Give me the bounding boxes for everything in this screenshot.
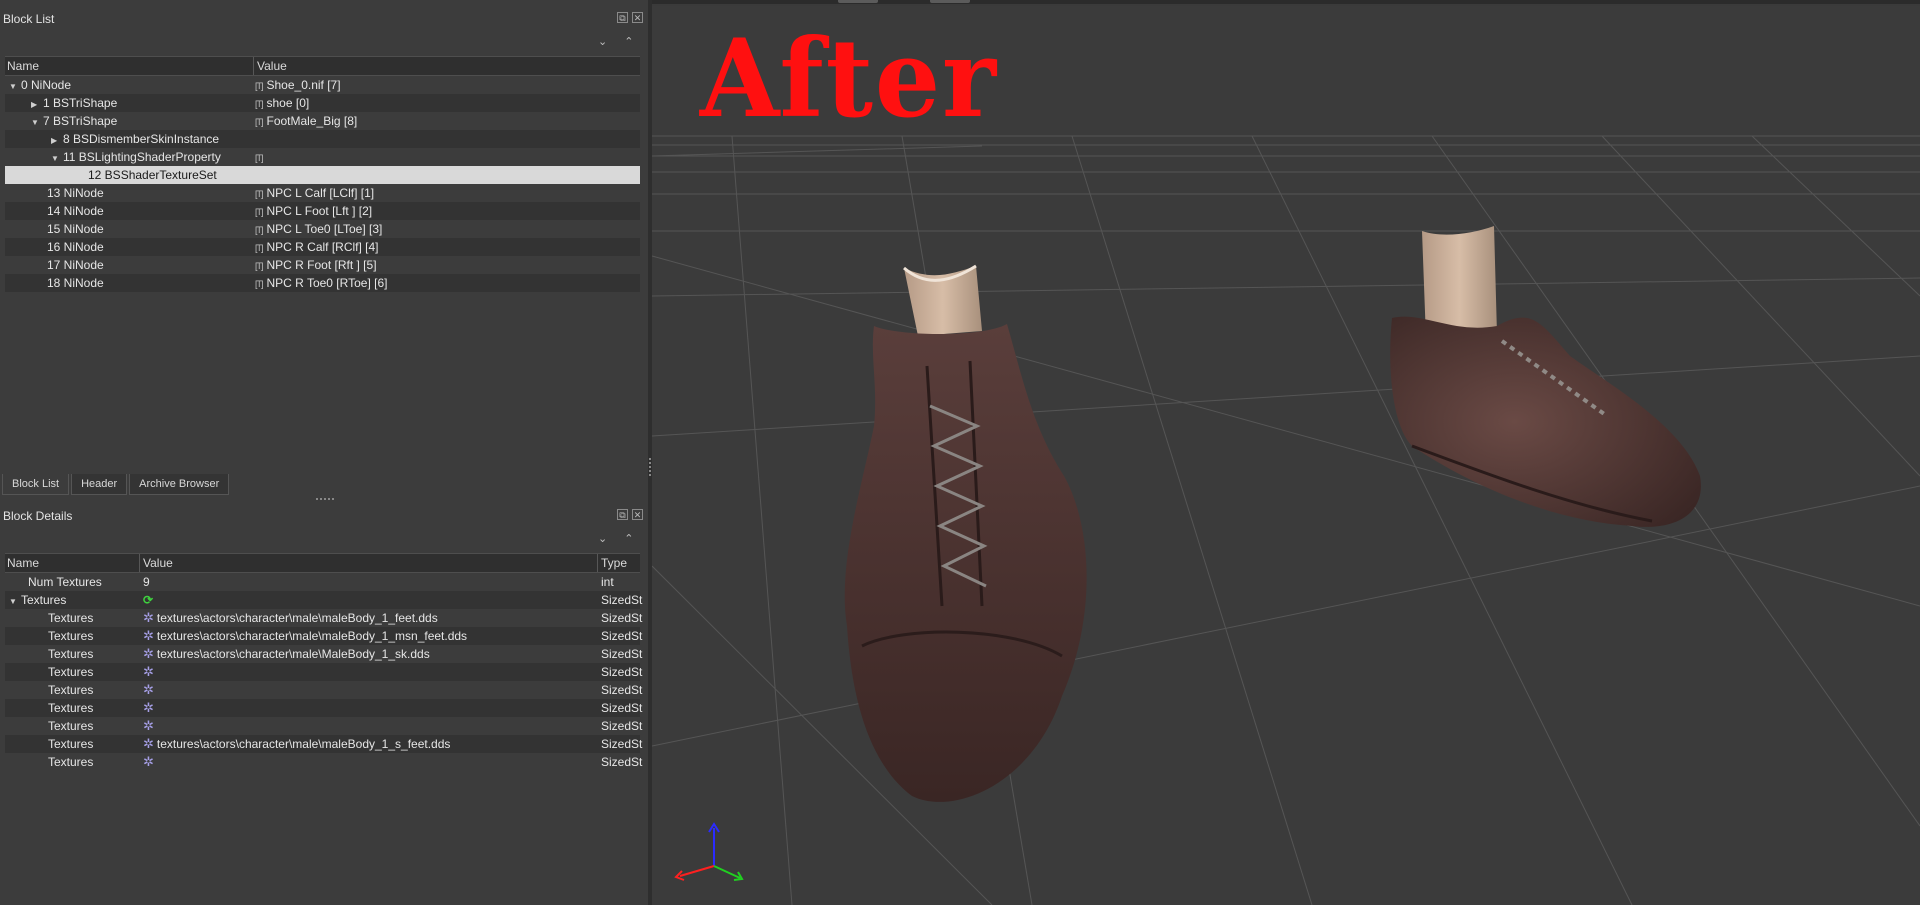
refresh-icon[interactable]: ⟳	[143, 593, 153, 607]
expand-down-icon[interactable]: ⌄	[598, 532, 607, 545]
tab-block-list[interactable]: Block List	[2, 474, 70, 495]
block-list-table: Name Value ▼ 0 NiNode [T] Shoe_0.nif [7] ▶…	[5, 56, 640, 292]
tree-row[interactable]: 16 NiNode [T] NPC R Calf [RClf] [4]	[5, 238, 640, 256]
detail-row[interactable]: Num Textures 9 int	[5, 573, 640, 591]
detail-row[interactable]: Textures ✲ textures\actors\character\male…	[5, 645, 642, 663]
gear-icon: ✲	[143, 700, 154, 715]
value-icon: [T]	[255, 117, 263, 127]
value-icon: [T]	[255, 225, 263, 235]
value-icon: [T]	[255, 279, 263, 289]
value-icon: [T]	[255, 153, 263, 163]
column-name[interactable]: Name	[7, 59, 39, 73]
value-icon: [T]	[255, 207, 263, 217]
tree-row[interactable]: 13 NiNode [T] NPC L Calf [LClf] [1]	[5, 184, 640, 202]
close-icon[interactable]: ✕	[632, 12, 643, 23]
block-list-title: Block List	[3, 12, 55, 26]
tab-header[interactable]: Header	[71, 474, 128, 495]
left-shoe	[844, 264, 1087, 802]
tree-row[interactable]: 17 NiNode [T] NPC R Foot [Rft ] [5]	[5, 256, 640, 274]
gear-icon: ✲	[143, 736, 154, 751]
splitter-handle[interactable]	[316, 498, 334, 500]
column-name[interactable]: Name	[7, 556, 39, 570]
block-details-toolbar: ⌄ ⌃	[598, 532, 633, 545]
tree-row-selected[interactable]: 12 BSShaderTextureSet	[5, 166, 640, 184]
value-icon: [T]	[255, 189, 263, 199]
gear-icon: ✲	[143, 754, 154, 769]
left-panel: Block List ⧉ ✕ ⌄ ⌃ Name Value ▼ 0 NiNode …	[0, 0, 648, 905]
detail-row[interactable]: Textures ✲ SizedSt	[5, 681, 642, 699]
tree-row[interactable]: 18 NiNode [T] NPC R Toe0 [RToe] [6]	[5, 274, 640, 292]
value-icon: [T]	[255, 243, 263, 253]
tree-row[interactable]: 15 NiNode [T] NPC L Toe0 [LToe] [3]	[5, 220, 640, 238]
detail-row[interactable]: Textures ✲ SizedSt	[5, 717, 642, 735]
block-details-header: Name Value Type	[5, 553, 640, 573]
detail-row[interactable]: ▼ Textures ⟳ SizedSt	[5, 591, 642, 609]
column-value[interactable]: Value	[257, 59, 287, 73]
dock-tabs: Block List Header Archive Browser	[2, 474, 231, 495]
block-list-header: Name Value	[5, 56, 640, 76]
column-value[interactable]: Value	[143, 556, 173, 570]
gear-icon: ✲	[143, 682, 154, 697]
value-icon: [T]	[255, 99, 263, 109]
after-overlay-text: After	[699, 16, 999, 142]
tree-row[interactable]: ▼ 11 BSLightingShaderProperty [T]	[5, 148, 640, 166]
axis-gizmo-icon	[674, 822, 744, 881]
collapse-up-icon[interactable]: ⌃	[624, 35, 633, 48]
float-icon[interactable]: ⧉	[617, 509, 628, 520]
gear-icon: ✲	[143, 610, 154, 625]
block-list-dock-buttons: ⧉ ✕	[617, 12, 643, 23]
value-icon: [T]	[255, 261, 263, 271]
detail-row[interactable]: Textures ✲ textures\actors\character\male…	[5, 627, 642, 645]
collapse-up-icon[interactable]: ⌃	[624, 532, 633, 545]
detail-row[interactable]: Textures ✲ textures\actors\character\male…	[5, 735, 642, 753]
block-details-dock-buttons: ⧉ ✕	[617, 509, 643, 520]
close-icon[interactable]: ✕	[632, 509, 643, 520]
float-icon[interactable]: ⧉	[617, 12, 628, 23]
tree-row[interactable]: ▼ 0 NiNode [T] Shoe_0.nif [7]	[5, 76, 640, 94]
ground-grid	[652, 135, 1920, 905]
value-icon: [T]	[255, 81, 263, 91]
gear-icon: ✲	[143, 646, 154, 661]
render-viewport[interactable]: After	[652, 6, 1920, 905]
gear-icon: ✲	[143, 664, 154, 679]
block-details-title: Block Details	[3, 509, 73, 523]
right-shoe	[1390, 226, 1701, 527]
detail-row[interactable]: Textures ✲ textures\actors\character\male…	[5, 609, 642, 627]
gear-icon: ✲	[143, 718, 154, 733]
tree-row[interactable]: 14 NiNode [T] NPC L Foot [Lft ] [2]	[5, 202, 640, 220]
detail-row[interactable]: Textures ✲ SizedSt	[5, 753, 642, 771]
tree-row[interactable]: ▶ 1 BSTriShape [T] shoe [0]	[5, 94, 640, 112]
detail-row[interactable]: Textures ✲ SizedSt	[5, 699, 642, 717]
detail-row[interactable]: Textures ✲ SizedSt	[5, 663, 642, 681]
tree-row[interactable]: ▼ 7 BSTriShape [T] FootMale_Big [8]	[5, 112, 640, 130]
block-details-table: Name Value Type Num Textures 9 int ▼ Text…	[5, 553, 642, 771]
tab-archive-browser[interactable]: Archive Browser	[129, 474, 230, 495]
expand-down-icon[interactable]: ⌄	[598, 35, 607, 48]
block-list-toolbar: ⌄ ⌃	[598, 35, 633, 48]
column-type[interactable]: Type	[601, 556, 627, 570]
gear-icon: ✲	[143, 628, 154, 643]
tree-row[interactable]: ▶ 8 BSDismemberSkinInstance	[5, 130, 640, 148]
